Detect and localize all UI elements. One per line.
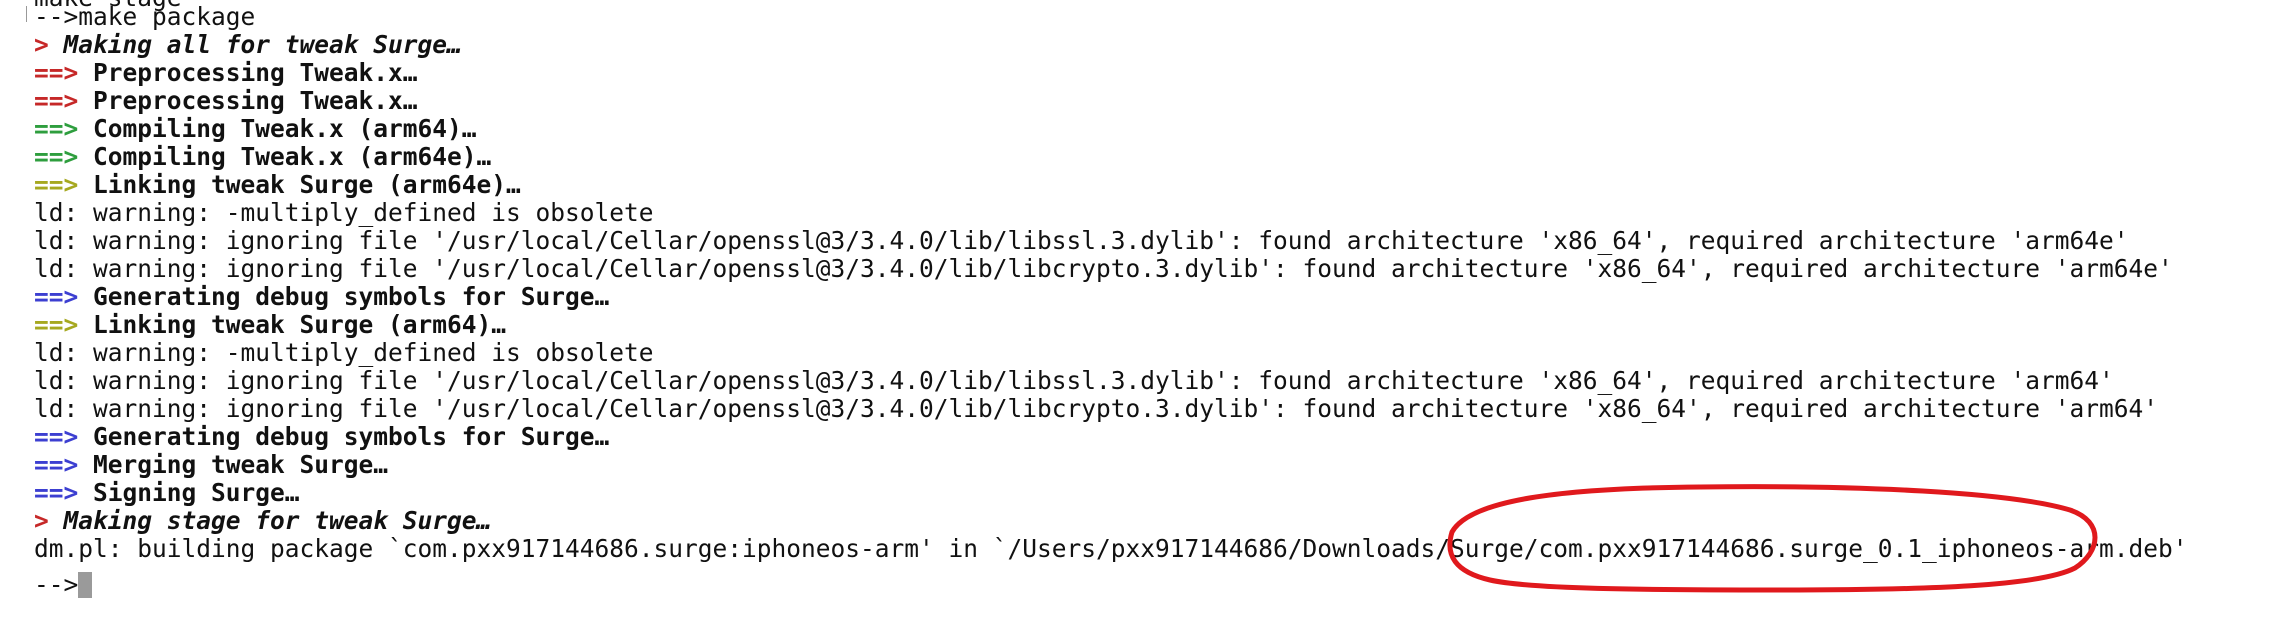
output-text: Linking tweak Surge (arm64e)… <box>93 170 521 199</box>
arrow-marker: ==> <box>34 422 79 451</box>
output-line: ==> Signing Surge… <box>34 479 300 507</box>
arrow-marker: > <box>34 30 49 59</box>
output-line: ==> Compiling Tweak.x (arm64e)… <box>34 143 491 171</box>
output-text: ld: warning: ignoring file '/usr/local/C… <box>34 366 2114 395</box>
output-line: ==> Preprocessing Tweak.x… <box>34 87 418 115</box>
output-line: > Making all for tweak Surge… <box>34 31 462 59</box>
arrow-marker: ==> <box>34 142 79 171</box>
output-line: ==> Linking tweak Surge (arm64e)… <box>34 171 521 199</box>
output-line: > Making stage for tweak Surge… <box>34 507 491 535</box>
output-line: ld: warning: ignoring file '/usr/local/C… <box>34 227 2129 255</box>
command-line: -->make package <box>34 3 255 31</box>
output-text: Signing Surge… <box>93 478 300 507</box>
output-line: ld: warning: ignoring file '/usr/local/C… <box>34 395 2158 423</box>
arrow-marker: ==> <box>34 310 79 339</box>
output-line: ld: warning: ignoring file '/usr/local/C… <box>34 367 2114 395</box>
output-line: dm.pl: building package `com.pxx91714468… <box>34 535 2188 563</box>
output-text: ld: warning: -multiply_defined is obsole… <box>34 198 654 227</box>
output-text: Merging tweak Surge… <box>93 450 389 479</box>
arrow-marker: ==> <box>34 86 79 115</box>
arrow-marker: ==> <box>34 450 79 479</box>
arrow-marker: ==> <box>34 170 79 199</box>
output-line: ==> Merging tweak Surge… <box>34 451 388 479</box>
output-text: Making all for tweak Surge… <box>63 30 462 59</box>
output-text: Compiling Tweak.x (arm64)… <box>93 114 477 143</box>
current-prompt-line[interactable]: --> <box>34 570 93 599</box>
output-text: Generating debug symbols for Surge… <box>93 282 610 311</box>
output-text: dm.pl: building package `com.pxx91714468… <box>34 534 2188 563</box>
arrow-marker: > <box>34 506 49 535</box>
arrow-marker: ==> <box>34 114 79 143</box>
arrow-marker: ==> <box>34 282 79 311</box>
output-text: ld: warning: ignoring file '/usr/local/C… <box>34 394 2159 423</box>
output-text: Generating debug symbols for Surge… <box>93 422 610 451</box>
output-text: Preprocessing Tweak.x… <box>93 86 418 115</box>
arrow-marker: ==> <box>34 58 79 87</box>
output-text: Making stage for tweak Surge… <box>63 506 492 535</box>
final-prompt: --> <box>34 570 79 599</box>
command-text: make package <box>78 2 256 31</box>
output-text: ld: warning: ignoring file '/usr/local/C… <box>34 226 2129 255</box>
output-line: ==> Compiling Tweak.x (arm64)… <box>34 115 477 143</box>
output-text: ld: warning: ignoring file '/usr/local/C… <box>34 254 2173 283</box>
selection-edge-mark <box>26 6 30 22</box>
output-text: Preprocessing Tweak.x… <box>93 58 418 87</box>
output-line: ==> Preprocessing Tweak.x… <box>34 59 418 87</box>
output-line: ==> Linking tweak Surge (arm64)… <box>34 311 506 339</box>
output-line: ld: warning: ignoring file '/usr/local/C… <box>34 255 2173 283</box>
output-line: ld: warning: -multiply_defined is obsole… <box>34 199 654 227</box>
terminal-window[interactable]: make stage -->make package > Making all … <box>0 0 2294 642</box>
prompt: --> <box>34 2 79 31</box>
output-line: ==> Generating debug symbols for Surge… <box>34 283 609 311</box>
output-text: Compiling Tweak.x (arm64e)… <box>93 142 492 171</box>
text-cursor <box>78 572 93 598</box>
arrow-marker: ==> <box>34 478 79 507</box>
output-text: Linking tweak Surge (arm64)… <box>93 310 507 339</box>
output-line: ==> Generating debug symbols for Surge… <box>34 423 609 451</box>
output-line: ld: warning: -multiply_defined is obsole… <box>34 339 654 367</box>
output-text: ld: warning: -multiply_defined is obsole… <box>34 338 654 367</box>
